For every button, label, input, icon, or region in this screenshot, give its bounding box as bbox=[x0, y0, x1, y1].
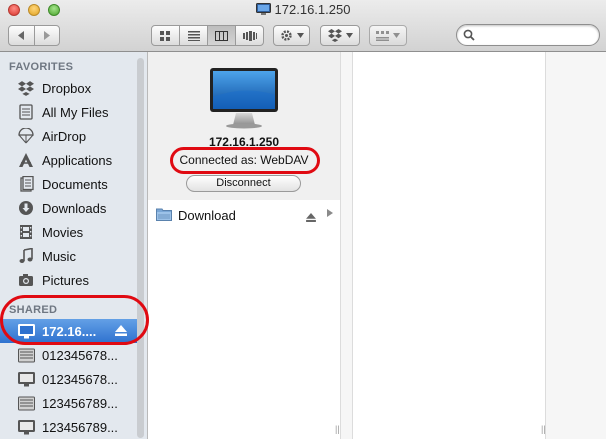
sidebar-item-label: Movies bbox=[42, 224, 84, 240]
sidebar-item-movies[interactable]: Movies bbox=[0, 220, 137, 244]
icon-view-icon bbox=[160, 30, 170, 41]
sidebar-item-pictures[interactable]: Pictures bbox=[0, 268, 137, 292]
sidebar-item-shared-computer[interactable]: 123456789... bbox=[0, 415, 137, 439]
sidebar-item-label: Documents bbox=[42, 176, 108, 192]
sidebar-item-shared-server[interactable]: 123456789... bbox=[0, 391, 137, 415]
monitor-icon bbox=[17, 370, 35, 388]
monitor-large-icon bbox=[210, 68, 278, 129]
gear-icon bbox=[280, 30, 292, 41]
pictures-icon bbox=[17, 271, 35, 289]
column-gap bbox=[341, 52, 353, 439]
sidebar-item-label: Pictures bbox=[42, 272, 89, 288]
sidebar-item-label: Music bbox=[42, 248, 76, 264]
column-server: 172.16.1.250 Connected as: WebDAV Discon… bbox=[148, 52, 341, 439]
eject-icon[interactable] bbox=[306, 210, 316, 225]
sidebar-item-downloads[interactable]: Downloads bbox=[0, 196, 137, 220]
sidebar-item-label: Dropbox bbox=[42, 80, 92, 96]
sidebar-item-music[interactable]: Music bbox=[0, 244, 137, 268]
dropbox-menu-button[interactable] bbox=[320, 25, 360, 46]
sidebar-item-airdrop[interactable]: AirDrop bbox=[0, 124, 137, 148]
sidebar-item-shared-server[interactable]: 012345678... bbox=[0, 343, 137, 367]
column-empty bbox=[353, 52, 546, 439]
monitor-icon bbox=[17, 418, 35, 436]
sidebar-item-label: Downloads bbox=[42, 200, 107, 216]
applications-icon bbox=[17, 151, 35, 169]
column-resize-handle[interactable]: || bbox=[541, 424, 546, 434]
music-icon bbox=[17, 247, 35, 265]
chevron-down-icon bbox=[345, 33, 353, 38]
view-mode-control bbox=[151, 25, 264, 46]
disclosure-arrow-icon bbox=[327, 209, 333, 220]
sidebar-item-label: 123456789... bbox=[42, 395, 118, 411]
sidebar-item-label: 012345678... bbox=[42, 371, 118, 387]
sidebar-item-label: AirDrop bbox=[42, 128, 87, 144]
search-field[interactable] bbox=[456, 24, 600, 46]
sidebar-item-dropbox[interactable]: Dropbox bbox=[0, 76, 137, 100]
annotation-circle-connected bbox=[170, 147, 320, 174]
disconnect-button[interactable]: Disconnect bbox=[186, 175, 301, 192]
server-icon bbox=[17, 346, 35, 364]
coverflow-view-icon bbox=[242, 30, 257, 41]
downloads-icon bbox=[17, 199, 35, 217]
server-info-panel: 172.16.1.250 Connected as: WebDAV Discon… bbox=[148, 52, 340, 200]
dropbox-icon bbox=[17, 79, 35, 97]
sidebar-item-all-my-files[interactable]: All My Files bbox=[0, 100, 137, 124]
window-toolbar: 172.16.1.250 bbox=[0, 0, 606, 52]
list-item-download-folder[interactable]: Download bbox=[148, 205, 340, 225]
coverflow-view-button[interactable] bbox=[236, 26, 263, 45]
sidebar-item-label: Applications bbox=[42, 152, 113, 168]
back-button[interactable] bbox=[9, 26, 35, 45]
documents-icon bbox=[17, 175, 35, 193]
favorites-header: FAVORITES bbox=[9, 61, 74, 73]
all-files-icon bbox=[17, 103, 35, 121]
search-input[interactable] bbox=[479, 27, 595, 45]
monitor-icon bbox=[255, 3, 271, 19]
dropbox-icon bbox=[327, 29, 342, 42]
column-view-button[interactable] bbox=[208, 26, 236, 45]
nav-buttons bbox=[8, 25, 60, 46]
column-resize-handle[interactable]: || bbox=[335, 424, 340, 434]
sidebar-item-documents[interactable]: Documents bbox=[0, 172, 137, 196]
action-button[interactable] bbox=[273, 25, 310, 46]
sidebar-scrollbar[interactable] bbox=[137, 58, 144, 438]
sidebar-item-label: 012345678... bbox=[42, 347, 118, 363]
forward-button[interactable] bbox=[35, 26, 60, 45]
sidebar-item-label: 123456789... bbox=[42, 419, 118, 435]
arrange-button[interactable] bbox=[369, 25, 407, 46]
airdrop-icon bbox=[17, 127, 35, 145]
sidebar-item-shared-computer[interactable]: 012345678... bbox=[0, 367, 137, 391]
icon-view-button[interactable] bbox=[152, 26, 180, 45]
list-view-icon bbox=[187, 30, 200, 41]
sidebar-item-applications[interactable]: Applications bbox=[0, 148, 137, 172]
window-title: 172.16.1.250 bbox=[0, 2, 606, 19]
chevron-left-icon bbox=[17, 31, 24, 40]
chevron-down-icon bbox=[393, 33, 400, 38]
movies-icon bbox=[17, 223, 35, 241]
sidebar-item-label: All My Files bbox=[42, 104, 109, 120]
sidebar: FAVORITES Dropbox All My Files AirDrop A… bbox=[0, 52, 148, 439]
folder-icon bbox=[156, 207, 172, 224]
arrange-icon bbox=[376, 30, 389, 41]
server-icon bbox=[17, 394, 35, 412]
window-title-text: 172.16.1.250 bbox=[274, 2, 351, 17]
file-name: Download bbox=[178, 207, 236, 223]
chevron-down-icon bbox=[296, 33, 304, 38]
chevron-right-icon bbox=[44, 31, 51, 40]
annotation-circle-shared bbox=[0, 295, 149, 345]
list-view-button[interactable] bbox=[180, 26, 208, 45]
column-empty-right bbox=[546, 52, 606, 439]
column-view-icon bbox=[215, 30, 228, 41]
search-icon bbox=[463, 29, 475, 41]
